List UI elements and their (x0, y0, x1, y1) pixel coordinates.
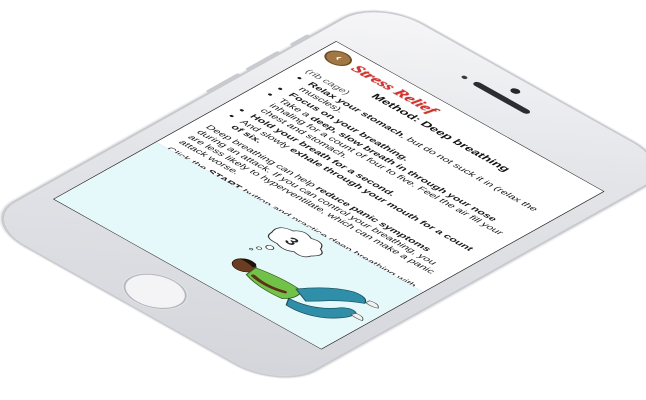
proximity-sensor (460, 75, 469, 80)
phone-screen: ‹ Stress Relief Method: Deep breathing (… (52, 40, 605, 350)
phone-device: ‹ Stress Relief Method: Deep breathing (… (0, 0, 646, 389)
mute-switch (289, 34, 312, 47)
volume-down-button (205, 73, 242, 94)
volume-up-button (244, 50, 282, 72)
front-camera (508, 87, 523, 95)
earpiece-speaker (471, 80, 532, 115)
mockup-stage: ‹ Stress Relief Method: Deep breathing (… (0, 0, 646, 400)
